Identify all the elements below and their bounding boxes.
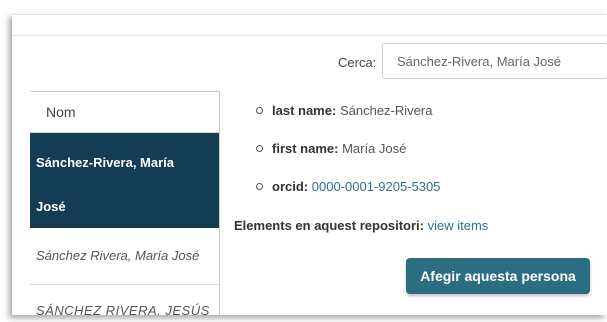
orcid-link[interactable]: 0000-0001-9205-5305 bbox=[312, 179, 441, 194]
bullet-icon bbox=[256, 183, 263, 190]
detail-last-name: last name: Sánchez-Rivera bbox=[234, 101, 594, 139]
bullet-icon bbox=[256, 145, 263, 152]
list-item-partial[interactable]: SÁNCHEZ RIVERA, JESÚS bbox=[30, 285, 219, 315]
last-name-value: Sánchez-Rivera bbox=[339, 103, 433, 118]
repository-label: Elements en aquest repositori: bbox=[234, 218, 424, 233]
list-item-selected-line2: José bbox=[36, 199, 66, 214]
detail-orcid: orcid: 0000-0001-9205-5305 bbox=[234, 177, 594, 215]
results-list: Nom Sánchez-Rivera, María José Sánchez R… bbox=[30, 91, 220, 315]
first-name-value: María José bbox=[342, 141, 407, 156]
top-divider bbox=[12, 15, 607, 36]
repository-row: Elements en aquest repositori: view item… bbox=[234, 218, 488, 233]
search-input[interactable] bbox=[382, 43, 607, 79]
orcid-key: orcid: bbox=[272, 179, 309, 194]
add-person-button[interactable]: Afegir aquesta persona bbox=[406, 258, 590, 294]
detail-first-name: first name: María José bbox=[234, 139, 594, 177]
list-item-selected-line1: Sánchez-Rivera, María bbox=[36, 155, 175, 170]
first-name-key: first name: bbox=[272, 141, 339, 156]
last-name-key: last name: bbox=[272, 103, 337, 118]
list-header-nom: Nom bbox=[30, 92, 219, 133]
search-label: Cerca: bbox=[338, 55, 377, 70]
list-item-selected[interactable]: Sánchez-Rivera, María José bbox=[30, 133, 219, 228]
list-item[interactable]: Sánchez Rivera, María José bbox=[30, 228, 219, 285]
person-lookup-panel: Cerca: Nom Sánchez-Rivera, María José Sá… bbox=[12, 14, 607, 315]
bullet-icon bbox=[256, 107, 263, 114]
view-items-link[interactable]: view items bbox=[428, 218, 489, 233]
person-details: last name: Sánchez-Rivera first name: Ma… bbox=[234, 101, 594, 215]
